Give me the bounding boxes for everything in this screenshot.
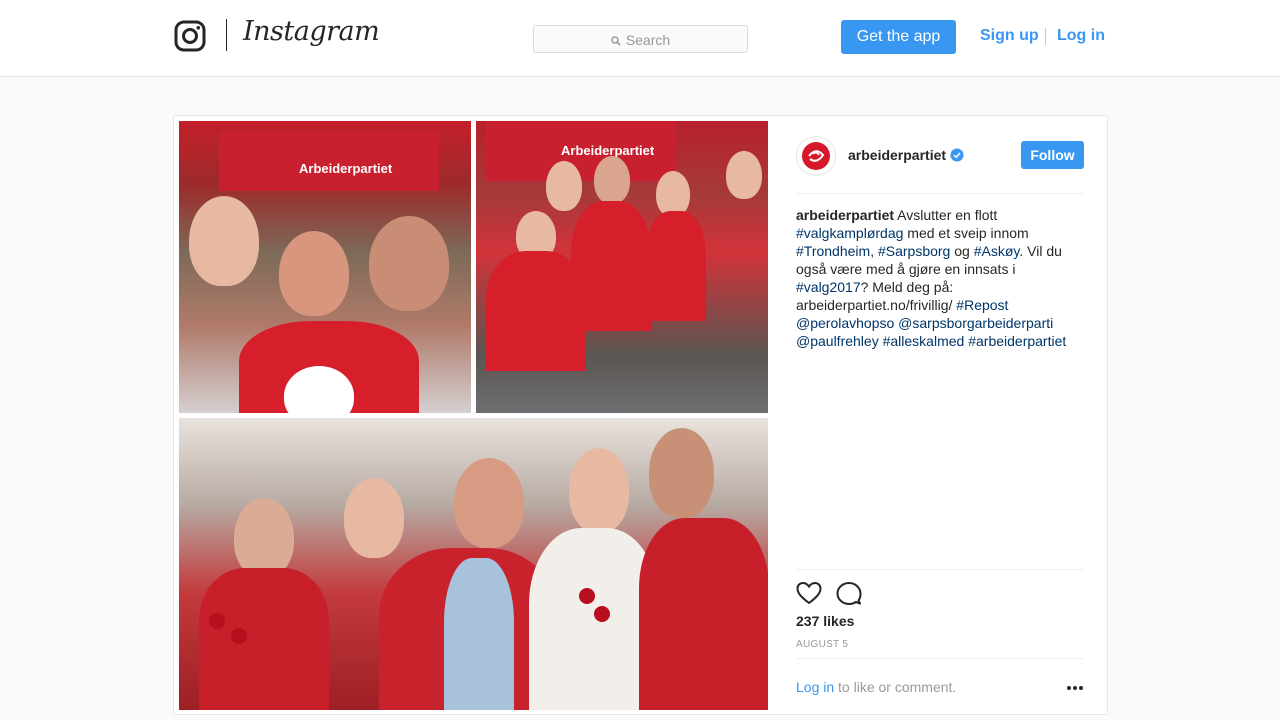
post-date[interactable]: AUGUST 5	[796, 639, 848, 650]
person-face	[546, 161, 582, 211]
auth-divider	[1045, 28, 1046, 45]
instagram-wordmark[interactable]: Instagram	[243, 16, 380, 47]
red-shirt	[571, 201, 651, 331]
search-placeholder: Search	[625, 32, 671, 48]
hashtag-link[interactable]: #arbeiderpartiet	[968, 333, 1066, 349]
like-count[interactable]: 237 likes	[796, 613, 854, 629]
collage-tile-top-right: Arbeiderpartiet	[476, 121, 768, 413]
sign-up-link[interactable]: Sign up	[980, 27, 1039, 45]
hashtag-link[interactable]: #Sarpsborg	[878, 243, 950, 259]
hashtag-link[interactable]: #Repost	[956, 297, 1008, 313]
tent-banner: Arbeiderpartiet	[299, 161, 393, 176]
hashtag-link[interactable]: #Askøy	[974, 243, 1020, 259]
person-face	[369, 216, 449, 311]
red-rose	[231, 628, 247, 644]
login-prompt-text: to like or comment.	[834, 679, 957, 695]
person-face	[279, 231, 349, 316]
divider	[796, 658, 1084, 659]
mention-link[interactable]: @perolavhopso	[796, 315, 894, 331]
hashtag-link[interactable]: #alleskalmed	[883, 333, 965, 349]
person-face	[594, 156, 630, 204]
login-prompt: Log in to like or comment.	[796, 679, 956, 695]
divider	[796, 193, 1084, 194]
log-in-link[interactable]: Log in	[796, 679, 834, 695]
verified-badge-icon	[950, 148, 964, 162]
red-rose	[594, 606, 610, 622]
get-the-app-button[interactable]: Get the app	[841, 20, 956, 54]
person-face	[726, 151, 762, 199]
post-card: Arbeiderpartiet Arbeiderpartiet arbeider…	[173, 115, 1108, 715]
hashtag-link[interactable]: #valg2017	[796, 279, 861, 295]
red-shirt	[646, 211, 706, 321]
instagram-glyph-icon[interactable]	[174, 20, 206, 52]
follow-button[interactable]: Follow	[1021, 141, 1084, 169]
mention-link[interactable]: @sarpsborgarbeiderparti	[898, 315, 1053, 331]
avatar[interactable]	[796, 136, 836, 176]
more-options-icon[interactable]	[1066, 685, 1084, 691]
person-face	[234, 498, 294, 578]
red-rose	[579, 588, 595, 604]
post-sidebar: arbeiderpartiet Follow arbeiderpartiet A…	[796, 116, 1084, 716]
mention-link[interactable]: @paulfrehley	[796, 333, 879, 349]
logo-divider	[226, 19, 227, 51]
caption-text: Avslutter en flott	[894, 207, 998, 223]
collage-tile-top-left: Arbeiderpartiet	[179, 121, 471, 413]
caption-text: ,	[870, 243, 878, 259]
heart-icon[interactable]	[796, 581, 822, 605]
post-username[interactable]: arbeiderpartiet	[848, 147, 946, 163]
top-navigation-bar: Instagram Search Get the app Sign up Log…	[0, 0, 1280, 77]
divider	[796, 569, 1084, 570]
hashtag-link[interactable]: #Trondheim	[796, 243, 870, 259]
red-rose	[209, 613, 225, 629]
log-in-link[interactable]: Log in	[1057, 27, 1105, 45]
comment-icon[interactable]	[836, 581, 862, 605]
post-caption: arbeiderpartiet Avslutter en flott #valg…	[796, 206, 1084, 350]
collage-tile-bottom	[179, 418, 768, 710]
person-face	[454, 458, 524, 548]
post-photo[interactable]: Arbeiderpartiet Arbeiderpartiet	[179, 121, 768, 710]
search-input[interactable]: Search	[533, 25, 748, 53]
red-jacket	[199, 568, 329, 710]
caption-text: og	[950, 243, 974, 259]
blue-shirt	[444, 558, 514, 710]
person-face	[344, 478, 404, 558]
person-face	[649, 428, 714, 518]
caption-text: med et sveip innom	[903, 225, 1029, 241]
caption-username[interactable]: arbeiderpartiet	[796, 207, 894, 223]
rose-logo-icon	[802, 142, 830, 170]
hashtag-link[interactable]: #valgkamplørdag	[796, 225, 903, 241]
person-face	[569, 448, 629, 533]
person-face	[189, 196, 259, 286]
search-icon	[611, 36, 621, 46]
red-jacket	[639, 518, 768, 710]
